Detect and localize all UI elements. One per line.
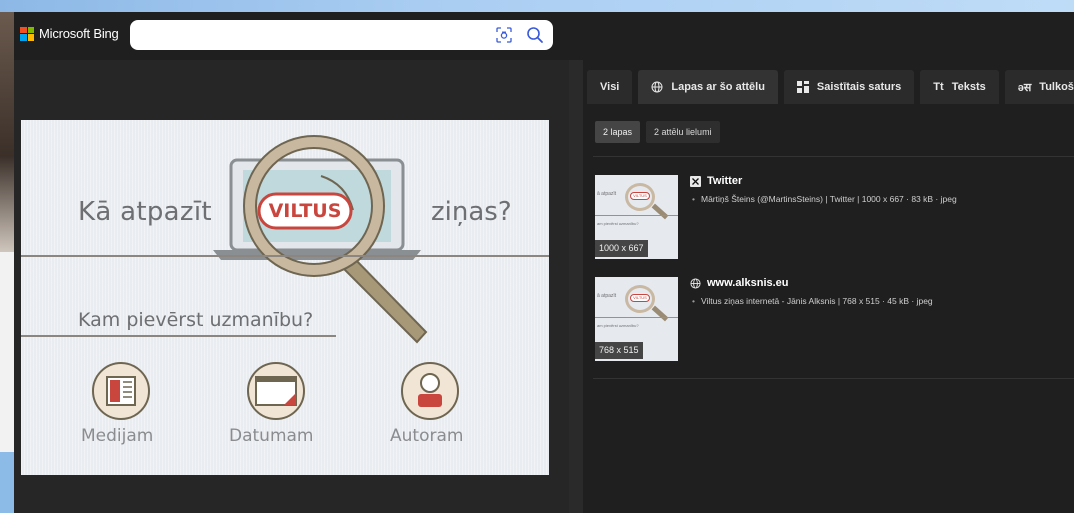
search-icon[interactable] <box>526 26 544 44</box>
preview-label-date: Datumam <box>229 426 314 446</box>
site-name[interactable]: Twitter <box>707 175 742 187</box>
preview-subtitle-underline <box>21 335 336 337</box>
site-name[interactable]: www.alksnis.eu <box>707 277 789 289</box>
preview-subtitle: Kam pievērst uzmanību? <box>78 309 314 331</box>
preview-title-left: Kā atpazīt <box>78 197 212 227</box>
result-site[interactable]: www.alksnis.eu <box>690 277 789 289</box>
preview-divider <box>21 255 549 257</box>
results-pane: Visi Lapas ar šo attēlu Saistītais satur… <box>583 60 1074 513</box>
background-window-sliver <box>0 12 14 252</box>
thumb-title: ā atpazīt <box>597 191 617 197</box>
visual-search-icon[interactable] <box>496 27 512 43</box>
filter-pages[interactable]: 2 lapas <box>595 121 641 143</box>
result-description[interactable]: • Mārtiņš Šteins (@MartinsSteins) | Twitt… <box>692 194 957 204</box>
tab-translate-label: Tulkošana <box>1039 81 1074 93</box>
top-bar: Microsoft Bing <box>14 12 1074 60</box>
desktop-background-top <box>0 0 1074 12</box>
search-input[interactable] <box>140 25 480 45</box>
x-logo-icon <box>690 175 701 187</box>
preview-label-media: Medijam <box>81 426 154 446</box>
tab-related-label: Saistītais saturs <box>816 81 902 93</box>
filter-image-sizes[interactable]: 2 attēlu lielumi <box>646 121 720 143</box>
translate-icon: əस <box>1017 81 1032 94</box>
preview-badge: VILTUS <box>268 200 342 222</box>
result-item[interactable]: ā atpazīt VILTUS am pievērst uzmanību? 1… <box>595 175 1074 259</box>
text-icon: Tt <box>933 81 944 93</box>
globe-icon <box>690 277 701 289</box>
result-description[interactable]: • Viltus ziņas internetā - Jānis Alksnis … <box>692 296 933 306</box>
tab-all[interactable]: Visi <box>587 70 633 104</box>
result-description-text: Viltus ziņas internetā - Jānis Alksnis |… <box>700 296 933 306</box>
preview-title-right: ziņas? <box>431 197 512 227</box>
grid-icon <box>796 81 809 93</box>
result-description-text: Mārtiņš Šteins (@MartinsSteins) | Twitte… <box>700 194 957 204</box>
result-site[interactable]: Twitter <box>690 175 742 187</box>
thumb-title: ā atpazīt <box>597 293 617 299</box>
tab-related-content[interactable]: Saistītais saturs <box>783 70 915 104</box>
tab-pages-with-image[interactable]: Lapas ar šo attēlu <box>638 70 778 104</box>
preview-label-author: Autoram <box>390 426 464 446</box>
divider <box>593 378 1074 379</box>
bullet: • <box>692 194 695 204</box>
logo-text: Microsoft Bing <box>39 26 119 41</box>
tab-all-label: Visi <box>600 81 620 93</box>
thumb-divider <box>595 215 678 216</box>
thumb-handle <box>651 305 669 322</box>
pane-gutter <box>569 60 583 513</box>
divider <box>593 156 1074 157</box>
result-item[interactable]: ā atpazīt VILTUS am pievērst uzmanību? 7… <box>595 277 1074 361</box>
screen: Microsoft Bing Kā atpazīt VILTUS ziņas? … <box>0 0 1074 513</box>
filter-pills: 2 lapas 2 attēlu lielumi <box>595 121 720 143</box>
tab-text-label: Teksts <box>951 81 986 93</box>
thumb-badge: VILTUS <box>630 192 650 200</box>
thumb-subtitle: am pievērst uzmanību? <box>597 323 639 328</box>
results-tabs: Visi Lapas ar šo attēlu Saistītais satur… <box>587 70 1074 104</box>
thumb-badge: VILTUS <box>630 294 650 302</box>
tab-text[interactable]: Tt Teksts <box>920 70 999 104</box>
tab-translate[interactable]: əस Tulkošana <box>1004 70 1074 104</box>
dimensions-badge: 1000 x 667 <box>595 240 648 257</box>
desktop-background-left <box>0 12 14 513</box>
thumb-handle <box>651 203 669 220</box>
thumb-subtitle: am pievērst uzmanību? <box>597 221 639 226</box>
globe-icon <box>651 81 663 93</box>
image-preview-pane: Kā atpazīt VILTUS ziņas? Kam pievērst uz… <box>14 60 569 513</box>
preview-image[interactable]: Kā atpazīt VILTUS ziņas? Kam pievērst uz… <box>21 120 549 475</box>
microsoft-logo-icon <box>20 26 34 41</box>
thumb-divider <box>595 317 678 318</box>
bing-visual-search-window: Microsoft Bing Kā atpazīt VILTUS ziņas? … <box>14 12 1074 513</box>
preview-illustration <box>92 135 459 420</box>
result-thumbnail[interactable]: ā atpazīt VILTUS am pievērst uzmanību? 1… <box>595 175 678 259</box>
result-thumbnail[interactable]: ā atpazīt VILTUS am pievērst uzmanību? 7… <box>595 277 678 361</box>
search-box <box>130 20 553 50</box>
dimensions-badge: 768 x 515 <box>595 342 643 359</box>
bullet: • <box>692 296 695 306</box>
bing-logo[interactable]: Microsoft Bing <box>20 26 119 41</box>
tab-pages-label: Lapas ar šo attēlu <box>671 81 765 93</box>
background-window-sliver-white <box>0 252 14 452</box>
